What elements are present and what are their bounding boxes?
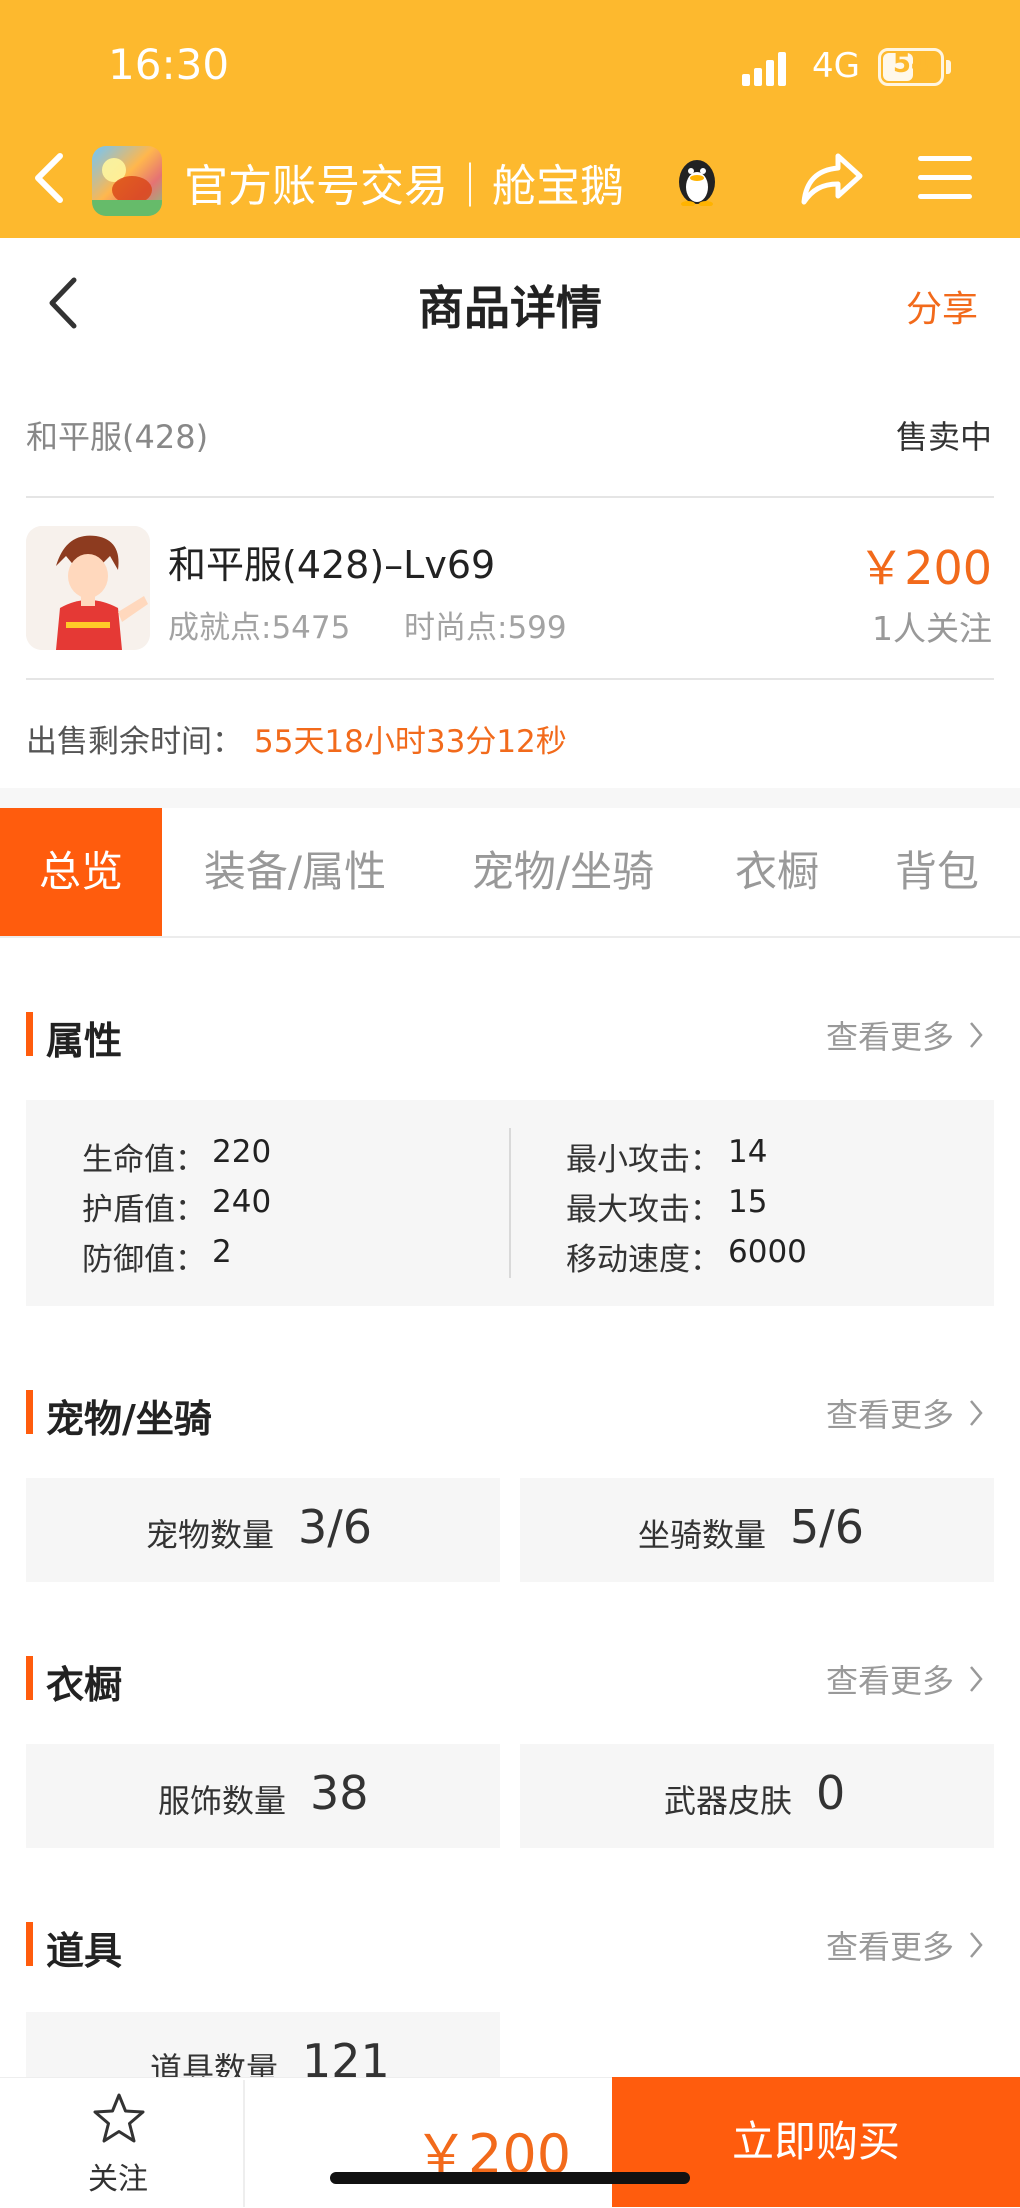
card-label: 武器皮肤	[664, 1782, 793, 1820]
card-label: 服饰数量	[158, 1782, 287, 1820]
attr-label: 护盾值：	[82, 1192, 206, 1228]
tab-equipment[interactable]: 装备/属性	[176, 808, 414, 936]
attr-label: 最小攻击：	[566, 1142, 721, 1178]
network-type: 4G	[812, 46, 860, 86]
tab-overview[interactable]: 总览	[0, 808, 162, 936]
tab-pets[interactable]: 宠物/坐骑	[444, 808, 682, 936]
weapon-skin-card: 武器皮肤 0	[520, 1744, 994, 1848]
remaining-time-value: 55天18小时33分12秒	[254, 724, 567, 760]
attr-value: 220	[212, 1134, 272, 1170]
server-name: 和平服(428)	[26, 418, 209, 456]
view-more-pets[interactable]: 查看更多	[826, 1390, 954, 1436]
follower-count: 1人关注	[872, 609, 992, 648]
fashion-points: 时尚点:599	[404, 610, 567, 646]
battery-icon: 54	[878, 48, 944, 86]
attr-value: 6000	[728, 1234, 807, 1270]
battery-nub	[946, 60, 951, 74]
tab-wardrobe[interactable]: 衣橱	[712, 808, 842, 936]
card-value: 38	[310, 1766, 369, 1820]
tab-bar: 总览 装备/属性 宠物/坐骑 衣橱 背包	[0, 808, 1020, 938]
attr-value: 240	[212, 1184, 272, 1220]
card-label: 宠物数量	[146, 1516, 275, 1554]
section-marker	[26, 1656, 33, 1700]
divider	[26, 496, 994, 498]
attributes-divider	[509, 1128, 511, 1278]
section-gap	[0, 788, 1020, 808]
section-marker	[26, 1012, 33, 1056]
achievement-points: 成就点:5475	[168, 610, 351, 646]
penguin-icon	[679, 160, 715, 206]
view-more-items[interactable]: 查看更多	[826, 1922, 954, 1968]
tab-bag[interactable]: 背包	[872, 808, 1002, 936]
card-value: 5/6	[790, 1500, 865, 1554]
chevron-right-icon	[970, 1022, 983, 1048]
star-icon[interactable]	[92, 2092, 146, 2144]
view-more-attributes[interactable]: 查看更多	[826, 1012, 954, 1058]
attr-value: 2	[212, 1234, 232, 1270]
share-button[interactable]: 分享	[906, 280, 978, 332]
app-title: 官方账号交易｜舱宝鹅	[184, 161, 624, 212]
chevron-right-icon	[970, 1666, 983, 1692]
section-marker	[26, 1390, 33, 1434]
attr-label: 最大攻击：	[566, 1192, 721, 1228]
attr-label: 生命值：	[82, 1142, 206, 1178]
chevron-right-icon	[970, 1932, 983, 1958]
section-title-pets: 宠物/坐骑	[46, 1397, 212, 1441]
card-label: 坐骑数量	[638, 1516, 767, 1554]
card-value: 3/6	[298, 1500, 373, 1554]
mount-count-card: 坐骑数量 5/6	[520, 1478, 994, 1582]
card-label: 道具数量	[150, 2050, 279, 2078]
product-name: 和平服(428)–Lv69	[168, 543, 496, 587]
section-marker	[26, 1922, 33, 1966]
product-price: ￥200	[858, 541, 992, 595]
divider	[243, 2080, 245, 2207]
follow-button[interactable]: 关注	[88, 2154, 148, 2198]
attr-label: 移动速度：	[566, 1242, 721, 1278]
remaining-time-label: 出售剩余时间：	[26, 724, 243, 760]
divider	[26, 678, 994, 680]
signal-icon	[742, 50, 798, 86]
attr-value: 14	[728, 1134, 768, 1170]
item-count-card: 道具数量 121	[26, 2012, 500, 2078]
home-indicator[interactable]	[330, 2172, 690, 2184]
header-share-icon[interactable]	[800, 148, 864, 208]
battery-level: 54	[892, 49, 930, 79]
attr-value: 15	[728, 1184, 768, 1220]
pet-count-card: 宠物数量 3/6	[26, 1478, 500, 1582]
sale-status: 售卖中	[896, 418, 993, 456]
status-time: 16:30	[108, 40, 230, 89]
section-title-wardrobe: 衣橱	[46, 1663, 123, 1707]
buy-now-button[interactable]: 立即购买	[612, 2077, 1020, 2207]
section-title-attributes: 属性	[46, 1019, 123, 1063]
menu-icon[interactable]	[918, 156, 972, 200]
character-avatar	[26, 526, 150, 650]
page-title: 商品详情	[418, 281, 602, 335]
view-more-wardrobe[interactable]: 查看更多	[826, 1656, 954, 1702]
card-value: 0	[816, 1766, 846, 1820]
game-logo-icon	[92, 146, 162, 216]
attr-label: 防御值：	[82, 1242, 206, 1278]
card-value: 121	[302, 2034, 390, 2078]
section-title-items: 道具	[46, 1929, 123, 1973]
header-back-icon[interactable]	[30, 152, 70, 204]
chevron-right-icon	[970, 1400, 983, 1426]
outfit-count-card: 服饰数量 38	[26, 1744, 500, 1848]
